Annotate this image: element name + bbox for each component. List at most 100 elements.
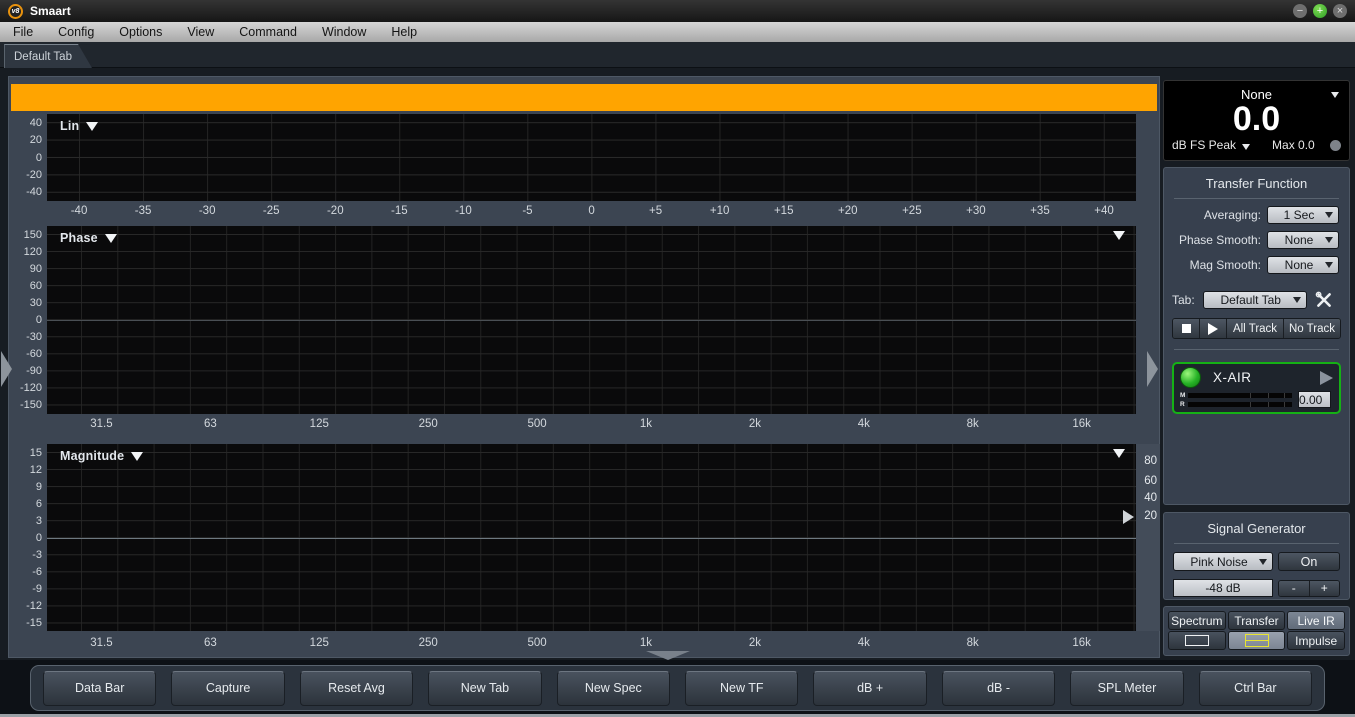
tick-label: 250 [418,637,438,649]
magnitude-y-axis: 15 12 9 6 3 0 -3 -6 -9 -12 -15 [9,444,42,631]
tick-label: 9 [35,480,42,493]
tab-transfer[interactable]: Transfer [1227,611,1286,630]
tick-label: -150 [19,399,42,412]
menu-item[interactable]: Window [313,25,382,39]
tab-settings-button[interactable] [1313,290,1335,310]
generator-type-select[interactable]: Pink Noise [1173,552,1273,571]
level-decrease-button[interactable]: - [1279,580,1310,596]
tick-label: 30 [29,296,42,309]
magnitude-zero-gridline [47,537,1136,539]
magnitude-cursor-marker-icon[interactable] [1113,449,1125,458]
tick-label: 0 [35,531,42,544]
bottom-bar-button[interactable]: New Tab [428,670,542,706]
menu-item[interactable]: Help [382,25,433,39]
impulse-button[interactable]: Impulse [1287,631,1346,650]
tick-label: 0 [588,205,595,217]
meter-source-select[interactable]: None [1164,81,1349,102]
tab-live-ir[interactable]: Live IR [1287,611,1346,630]
title-bar: v8 Smaart − + × [0,0,1355,22]
tick-label: 125 [309,418,329,430]
split-pane-view-button[interactable] [1227,631,1286,650]
menu-item[interactable]: File [4,25,49,39]
bottom-bar-button[interactable]: dB - [941,670,1056,706]
tab-spectrum[interactable]: Spectrum [1168,611,1226,630]
bottom-bar-button[interactable]: dB + [813,670,927,706]
bottom-button-strip: Data Bar Capture Reset Avg New Tab New Spec N… [30,665,1325,711]
tick-label: -30 [198,205,216,217]
coherence-scale-marker-icon[interactable] [1123,510,1134,524]
menu-item[interactable]: Config [49,25,110,39]
bottom-bar-button[interactable]: Capture [171,670,285,706]
level-meter-bar [1188,392,1292,398]
bottom-bar-button[interactable]: SPL Meter [1070,670,1184,706]
tick-label: 12 [29,463,42,476]
averaging-select[interactable]: 1 Sec [1267,206,1339,224]
phase-cursor-marker-icon[interactable] [1113,231,1125,240]
chevron-down-icon [104,233,117,243]
bottom-bar-button[interactable]: Ctrl Bar [1198,670,1313,706]
meter-unit-select[interactable]: dB FS Peak [1172,138,1236,152]
zoom-button[interactable]: + [1313,4,1327,18]
delay-value-field[interactable]: 0.00 [1298,391,1332,408]
generator-on-button[interactable]: On [1278,552,1340,571]
collapse-right-handle[interactable] [1147,351,1158,387]
transfer-function-panel: Transfer Function Averaging: 1 Sec Phase… [1163,167,1350,505]
play-button[interactable] [1200,319,1227,338]
menu-item[interactable]: Options [110,25,178,39]
tick-label: 80 [1144,455,1157,467]
level-increase-button[interactable]: + [1309,580,1339,596]
bottom-bar-button[interactable]: Reset Avg [299,670,414,706]
chart-area: 40 20 0 -20 -40 Lin -40 -35 -30 -25 -20 -15 -10 -5 0… [8,76,1160,660]
bottom-bar-button[interactable]: New TF [685,670,799,706]
tick-label: 8k [966,418,979,430]
no-track-button[interactable]: No Track [1284,319,1340,338]
lin-title-label: Lin [60,119,80,133]
menu-item[interactable]: View [178,25,230,39]
menu-item[interactable]: Command [230,25,313,39]
tab-select[interactable]: Default Tab [1202,291,1307,309]
tab-default-tab[interactable]: Default Tab [4,44,92,68]
live-ir-progress-bar [11,84,1157,111]
smaart-window: v8 Smaart − + × File Config Options View Com… [0,0,1355,717]
tick-label: +15 [773,205,794,217]
tick-label: -20 [26,168,42,181]
play-icon[interactable] [1320,370,1333,385]
single-pane-view-button[interactable] [1168,631,1226,650]
smaart-logo-icon: v8 [8,3,23,19]
phase-plot[interactable]: Phase [47,226,1136,414]
chevron-down-icon [1259,558,1267,565]
phase-smooth-select[interactable]: None [1267,231,1339,249]
tick-label: +20 [838,205,858,217]
lin-plot[interactable]: Lin [47,114,1136,201]
tools-icon [1315,291,1331,307]
meter-m-label: M [1180,391,1186,399]
menu-bar: File Config Options View Command Window Help [0,22,1355,42]
generator-level-display[interactable]: -48 dB [1173,579,1273,597]
collapse-left-handle[interactable] [1,351,12,387]
signal-group-xair[interactable]: X-AIR M R 0.00 [1172,362,1341,414]
tick-label: 4k [857,637,870,649]
tab-bar: Default Tab [0,42,1355,68]
collapse-bottom-handle[interactable] [646,651,690,660]
close-button[interactable]: × [1333,4,1347,18]
magnitude-chart-title[interactable]: Magnitude [60,449,144,463]
tick-label: 150 [23,228,42,241]
coherence-axis: 80 60 40 20 [1136,444,1160,631]
tick-label: -20 [326,205,344,217]
phase-chart-title[interactable]: Phase [60,231,117,245]
bottom-bar-button[interactable]: New Spec [556,670,671,706]
minimize-button[interactable]: − [1293,4,1307,18]
level-stepper: - + [1278,579,1340,597]
lin-y-axis: 40 20 0 -20 -40 [9,114,42,201]
all-track-button[interactable]: All Track [1227,319,1284,338]
tick-label: -120 [19,382,42,395]
bottom-bar-button[interactable]: Data Bar [43,670,157,706]
tick-label: 40 [29,116,42,129]
lin-chart-title[interactable]: Lin [60,119,99,133]
magnitude-plot[interactable]: Magnitude [47,444,1136,631]
mag-smooth-select[interactable]: None [1267,256,1339,274]
tick-label: -15 [26,616,42,629]
stop-button[interactable] [1173,319,1200,338]
phase-zero-gridline [47,320,1136,321]
tick-label: 63 [203,418,217,430]
